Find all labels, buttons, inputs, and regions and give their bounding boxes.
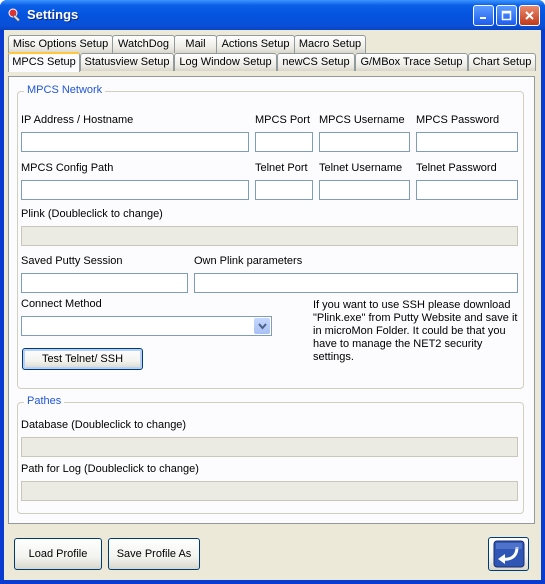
tab-statusview-setup[interactable]: Statusview Setup: [80, 53, 174, 71]
app-icon: [8, 8, 21, 22]
tab-log-window-setup[interactable]: Log Window Setup: [174, 53, 277, 71]
telnet-port-label: Telnet Port: [255, 162, 308, 174]
database-path-field[interactable]: [21, 437, 518, 457]
window-title: Settings: [27, 7, 79, 22]
mpcs-config-path-label: MPCS Config Path: [21, 162, 114, 174]
tab-gmbox-trace-setup[interactable]: G/MBox Trace Setup: [355, 53, 468, 71]
saved-putty-session-input[interactable]: [21, 273, 188, 293]
tab-macro-setup[interactable]: Macro Setup: [294, 35, 366, 53]
plink-path-field[interactable]: [21, 226, 518, 246]
mpcs-username-input[interactable]: [319, 132, 410, 152]
ip-address-label: IP Address / Hostname: [21, 114, 134, 126]
mpcs-config-path-input[interactable]: [21, 180, 249, 200]
tab-watchdog[interactable]: WatchDog: [112, 35, 175, 53]
title-bar[interactable]: Settings: [0, 0, 545, 30]
ip-address-input[interactable]: [21, 132, 249, 152]
telnet-username-label: Telnet Username: [319, 162, 403, 174]
mpcs-username-label: MPCS Username: [319, 114, 405, 126]
own-plink-params-label: Own Plink parameters: [194, 255, 303, 267]
log-path-label: Path for Log (Doubleclick to change): [21, 463, 199, 475]
window-client: Misc Options Setup WatchDog Mail Actions…: [4, 30, 541, 580]
tab-mail[interactable]: Mail: [174, 35, 217, 53]
mpcs-network-group: MPCS Network IP Address / Hostname MPCS …: [17, 84, 524, 389]
load-profile-button[interactable]: Load Profile: [14, 538, 102, 570]
tab-newcs-setup[interactable]: newCS Setup: [277, 53, 355, 71]
plink-label: Plink (Doubleclick to change): [21, 208, 163, 220]
mpcs-password-label: MPCS Password: [416, 114, 500, 126]
tab-actions-setup[interactable]: Actions Setup: [216, 35, 295, 53]
test-telnet-ssh-button[interactable]: Test Telnet/ SSH: [22, 348, 143, 370]
saved-putty-session-label: Saved Putty Session: [21, 255, 123, 267]
maximize-icon: [501, 10, 512, 21]
minimize-icon: [480, 17, 486, 19]
save-profile-as-button[interactable]: Save Profile As: [108, 538, 200, 570]
tab-misc-options[interactable]: Misc Options Setup: [8, 35, 113, 53]
ssh-info-text: If you want to use SSH please download "…: [313, 299, 518, 363]
telnet-username-input[interactable]: [319, 180, 410, 200]
database-label: Database (Doubleclick to change): [21, 419, 187, 431]
tab-chart-setup[interactable]: Chart Setup: [468, 53, 536, 71]
own-plink-params-input[interactable]: [194, 273, 518, 293]
dropdown-arrow[interactable]: [254, 318, 270, 334]
telnet-password-label: Telnet Password: [416, 162, 497, 174]
log-path-field[interactable]: [21, 481, 518, 501]
pathes-legend: Pathes: [24, 395, 65, 407]
telnet-port-input[interactable]: [255, 180, 313, 200]
mpcs-port-input[interactable]: [255, 132, 313, 152]
minimize-button[interactable]: [473, 5, 494, 26]
apply-close-button[interactable]: [488, 537, 529, 571]
telnet-password-input[interactable]: [416, 180, 518, 200]
maximize-button[interactable]: [496, 5, 517, 26]
close-button[interactable]: [519, 5, 540, 26]
connect-method-select[interactable]: [21, 316, 272, 336]
close-icon: [525, 11, 534, 20]
return-arrow-icon: [493, 540, 524, 568]
tab-mpcs-setup[interactable]: MPCS Setup: [8, 52, 80, 72]
mpcs-network-legend: MPCS Network: [24, 84, 106, 96]
connect-method-label: Connect Method: [21, 298, 102, 310]
tab-panel-mpcs-setup: MPCS Network IP Address / Hostname MPCS …: [8, 76, 535, 524]
mpcs-password-input[interactable]: [416, 132, 518, 152]
settings-window: Settings Misc Options Setup WatchDog Mai…: [0, 0, 545, 584]
chevron-down-icon: [257, 322, 267, 330]
mpcs-port-label: MPCS Port: [255, 114, 311, 126]
pathes-group: Pathes Database (Doubleclick to change) …: [17, 395, 524, 514]
